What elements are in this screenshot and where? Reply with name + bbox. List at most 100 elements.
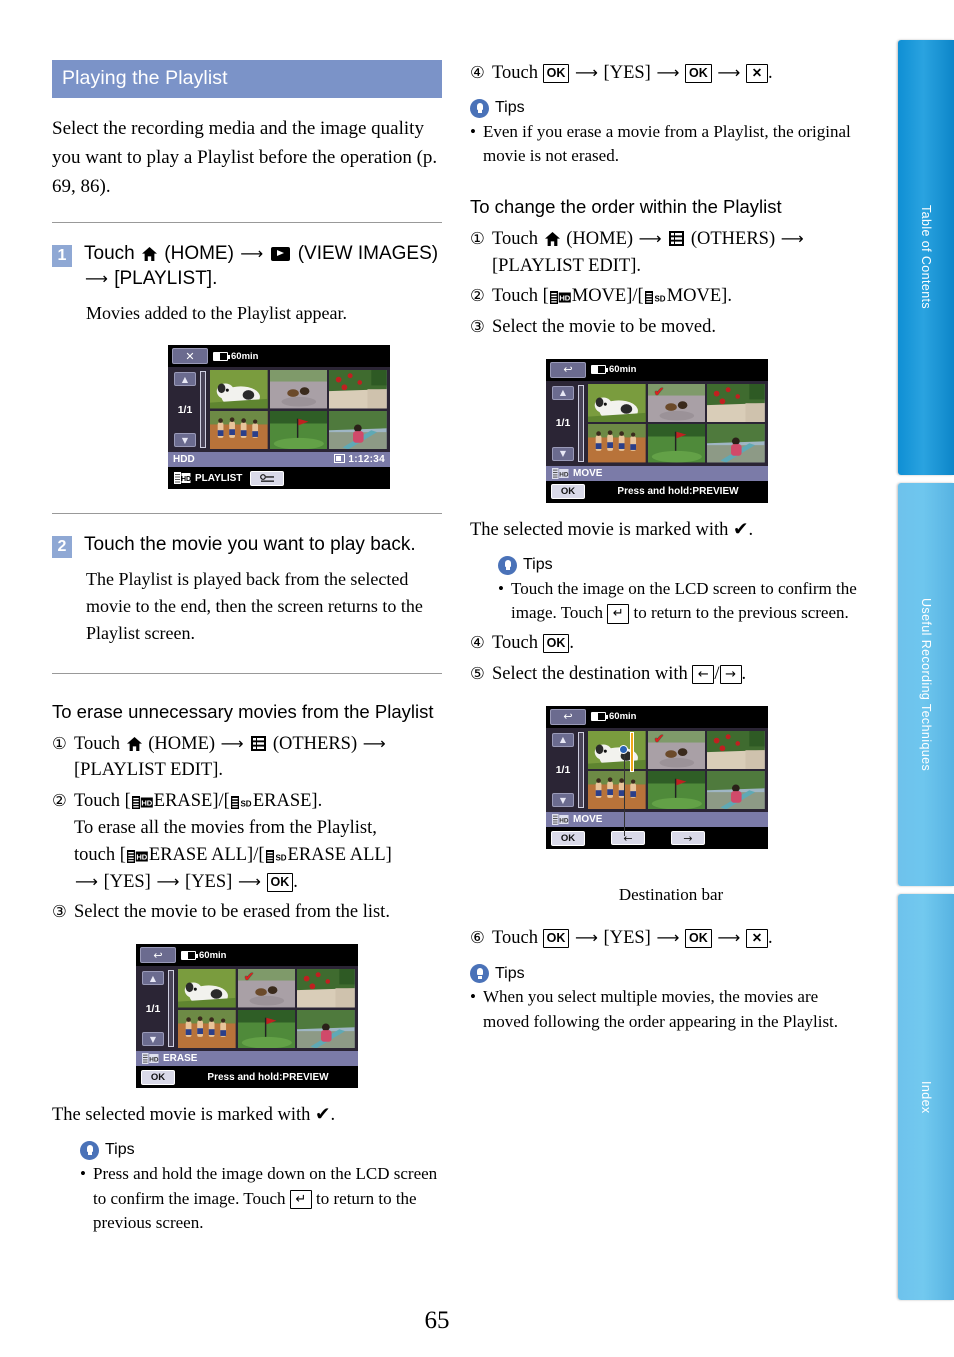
ok-button[interactable]: OK <box>141 1069 175 1085</box>
page-number-value: 65 <box>424 1307 450 1334</box>
scroll-up-button[interactable]: ▲ <box>552 385 574 400</box>
bullet-icon: • <box>470 987 476 1007</box>
scroll-down-button[interactable]: ▼ <box>142 1032 164 1047</box>
arrow-icon: ⟶ <box>717 63 741 82</box>
thumbnail-flowers[interactable] <box>297 969 355 1008</box>
ok-button[interactable]: OK <box>551 830 585 846</box>
order-step-3-number: ③ <box>470 317 485 337</box>
move-right-button[interactable]: → <box>671 831 705 846</box>
home-icon <box>544 231 560 246</box>
order-step-2-touch: Touch [ <box>492 286 549 307</box>
thumbnail-child-slide[interactable] <box>707 424 765 463</box>
thumbnail-runners[interactable] <box>178 1009 236 1049</box>
erase-step-3: ③ Select the movie to be erased from the… <box>52 899 442 926</box>
lcd-playlist-bottom-bar: HD PLAYLIST <box>168 467 390 490</box>
battery-indicator: 60min <box>181 950 226 961</box>
thumbnail-dog[interactable] <box>588 383 646 423</box>
ok-key-icon[interactable]: OK <box>542 929 570 949</box>
touch-label: Touch <box>492 63 538 83</box>
sidebar-tab-table-of-contents[interactable]: Table of Contents <box>898 40 954 475</box>
thumbnail-dogs-road-selected[interactable]: ✔ <box>647 383 706 423</box>
back-icon[interactable]: ↩ <box>550 361 586 378</box>
hd-playlist-icon: HD <box>126 849 148 863</box>
erase-marked-caption-period: . <box>330 1105 336 1126</box>
ok-key-icon[interactable]: OK <box>266 872 294 892</box>
thumbnail-child-slide[interactable] <box>297 1009 355 1049</box>
ok-key-icon[interactable]: OK <box>685 64 712 83</box>
lcd-dest-bottom-bar: OK ← → <box>546 827 768 850</box>
return-key-icon[interactable]: ↵ <box>607 604 630 624</box>
thumbnail-flowers[interactable] <box>329 370 387 409</box>
touch-label: Touch <box>492 632 538 653</box>
ok-key-icon[interactable]: OK <box>542 64 570 83</box>
scroll-up-button[interactable]: ▲ <box>174 372 196 387</box>
close-icon[interactable]: ✕ <box>172 348 208 365</box>
thumbnail-dogs-road-selected[interactable]: ✔ <box>237 969 296 1008</box>
scrollbar[interactable] <box>200 371 206 449</box>
thumbnail-golf[interactable] <box>647 424 706 463</box>
battery-indicator: 60min <box>213 351 258 362</box>
thumbnail-golf[interactable] <box>237 1009 296 1049</box>
thumbnail-dog[interactable] <box>178 969 236 1008</box>
scroll-up-button[interactable]: ▲ <box>552 732 574 747</box>
thumbnail-golf[interactable] <box>647 770 706 810</box>
thumbnail-flowers[interactable] <box>707 383 765 423</box>
scroll-down-button[interactable]: ▼ <box>174 433 196 448</box>
sidebar-tab-index[interactable]: Index <box>898 894 954 1300</box>
ok-key-icon[interactable]: OK <box>542 633 570 653</box>
erase-all-block: To erase all the movies from the Playlis… <box>74 815 442 895</box>
lcd-move-mode-bar: HD MOVE <box>546 465 768 481</box>
yes-label: [YES] <box>103 871 151 892</box>
options-button[interactable] <box>250 470 285 486</box>
move-mode-label: MOVE <box>573 467 603 479</box>
tip-line-end: to return to the previous screen. <box>633 603 849 623</box>
playlist-label: PLAYLIST <box>195 472 243 484</box>
tips-move-right: Tips • Touch the image on the LCD screen… <box>498 555 860 626</box>
destination-bar-marker <box>630 731 634 772</box>
thumbnail-dogs-road-selected[interactable]: ✔ <box>647 730 706 769</box>
tips-label: Tips <box>495 964 525 982</box>
select-destination-label: Select the destination with <box>492 663 688 684</box>
scrollbar[interactable] <box>168 970 174 1048</box>
arrow-left-key-icon[interactable]: ← <box>692 664 715 685</box>
thumbnail-child-slide[interactable] <box>707 770 765 810</box>
move-mode-label: MOVE <box>573 814 603 826</box>
arrow-icon: ⟶ <box>780 228 804 248</box>
thumbnail-runners[interactable] <box>588 424 646 463</box>
back-icon[interactable]: ↩ <box>550 708 586 725</box>
order-step-3: ③ Select the movie to be moved. <box>470 314 860 341</box>
order-step-1-number: ① <box>470 228 485 248</box>
thumbnail-golf[interactable] <box>269 410 328 450</box>
order-step-1-touch: Touch <box>492 228 543 249</box>
scroll-up-button[interactable]: ▲ <box>142 971 164 986</box>
arrow-right-key-icon[interactable]: → <box>719 664 742 685</box>
thumbnail-dog[interactable] <box>588 730 646 769</box>
scroll-down-button[interactable]: ▼ <box>552 793 574 808</box>
sidebar-tab-useful-recording-techniques[interactable]: Useful Recording Techniques <box>898 483 954 886</box>
close-key-icon[interactable]: ✕ <box>745 64 768 83</box>
check-icon: ✔ <box>733 518 749 540</box>
erase-step-1-playlist-edit: [PLAYLIST EDIT]. <box>74 760 224 781</box>
scrollbar[interactable] <box>578 731 584 809</box>
lcd-erase-bottom-bar: OK Press and hold:PREVIEW <box>136 1066 358 1089</box>
others-icon <box>251 733 267 751</box>
thumbnail-child-slide[interactable] <box>329 410 387 450</box>
return-key-icon[interactable]: ↵ <box>289 1189 312 1210</box>
thumbnail-runners[interactable] <box>210 410 268 450</box>
back-icon[interactable]: ↩ <box>140 947 176 964</box>
scrollbar[interactable] <box>578 384 584 462</box>
ok-key-icon[interactable]: OK <box>685 929 712 949</box>
scroll-down-button[interactable]: ▼ <box>552 446 574 461</box>
battery-icon <box>181 950 198 960</box>
thumbnail-runners[interactable] <box>588 770 646 810</box>
thumbnail-dogs-road[interactable] <box>269 370 328 409</box>
thumbnail-dog[interactable] <box>210 370 268 409</box>
lcd-dest-mode-bar: HD MOVE <box>546 812 768 828</box>
step-1-number: 1 <box>52 244 72 267</box>
battery-time: 60min <box>609 364 637 376</box>
move-left-button[interactable]: ← <box>611 831 645 846</box>
lightbulb-icon <box>498 555 517 575</box>
ok-button[interactable]: OK <box>551 484 585 500</box>
thumbnail-flowers[interactable] <box>707 730 765 769</box>
close-key-icon[interactable]: ✕ <box>745 929 768 949</box>
